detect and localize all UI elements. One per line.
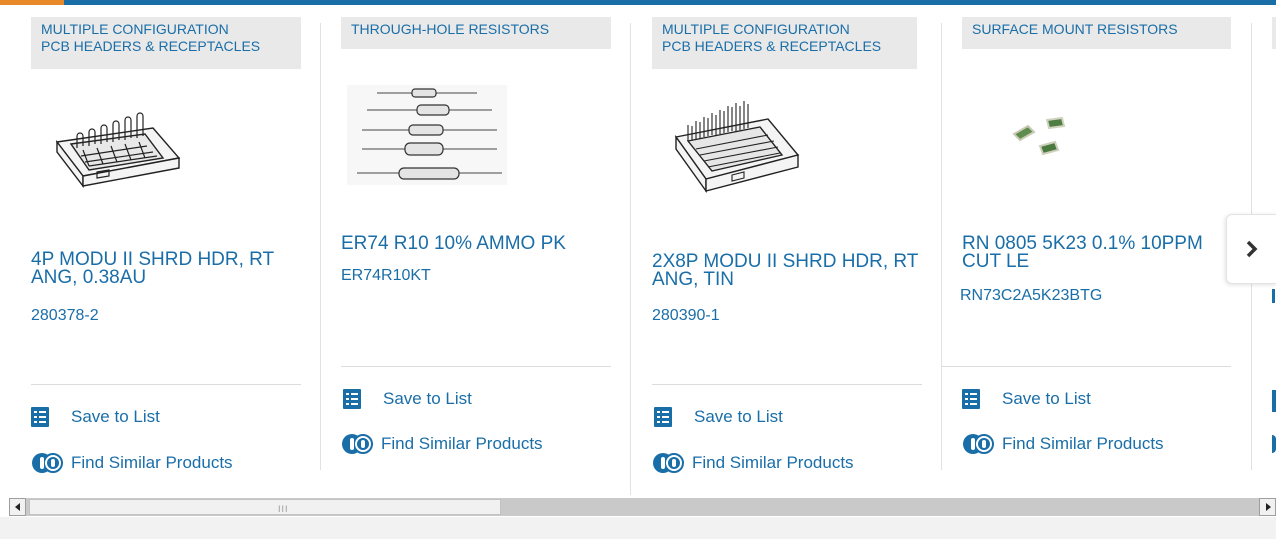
find-similar-icon	[653, 453, 684, 473]
find-similar-label: Find Similar Products	[71, 453, 233, 472]
part-number[interactable]: 280378-2	[31, 307, 99, 325]
category-tag[interactable]: MULTIPLE CONFIGURATION PCB HEADERS & REC…	[31, 17, 301, 69]
divider-line	[941, 366, 1231, 367]
category-line: PCB HEADERS & RECEPTACLES	[41, 38, 261, 54]
product-title[interactable]: ER74 R10 10% AMMO PK	[341, 234, 611, 253]
part-number[interactable]: ER74R10KT	[341, 267, 431, 285]
product-card: SURFACE MOUNT RESISTORS RN 0805 5K23 0.1…	[941, 5, 1232, 470]
part-number[interactable]: RN73C2A5K23BTG	[960, 287, 1102, 305]
save-to-list-partial[interactable]	[1272, 390, 1276, 412]
product-card: THROUGH-HOLE RESISTORS ER74 R10 10% AMMO…	[341, 5, 611, 470]
category-tag[interactable]	[1272, 17, 1276, 49]
product-carousel: MULTIPLE CONFIGURATION PCB HEADERS & REC…	[0, 5, 1276, 495]
divider-line	[31, 384, 301, 385]
find-similar-partial[interactable]	[1272, 435, 1276, 453]
category-line: MULTIPLE CONFIGURATION	[41, 21, 229, 37]
find-similar-button[interactable]: Find Similar Products	[652, 450, 854, 476]
category-tag[interactable]: THROUGH-HOLE RESISTORS	[341, 17, 611, 49]
find-similar-button[interactable]: Find Similar Products	[341, 431, 543, 457]
save-to-list-label: Save to List	[71, 407, 160, 426]
find-similar-icon	[963, 434, 994, 454]
horizontal-scrollbar[interactable]: III	[9, 498, 1276, 516]
save-to-list-label: Save to List	[383, 389, 472, 408]
save-to-list-button[interactable]: Save to List	[31, 407, 160, 427]
save-to-list-button[interactable]: Save to List	[343, 389, 472, 409]
card-divider	[630, 23, 631, 495]
save-to-list-button[interactable]: Save to List	[962, 389, 1091, 409]
product-title[interactable]: 4P MODU II SHRD HDR, RT ANG, 0.38AU	[31, 250, 301, 287]
find-similar-button[interactable]: Find Similar Products	[31, 450, 233, 476]
card-divider	[320, 23, 321, 470]
checklist-icon	[962, 389, 980, 409]
save-to-list-label: Save to List	[694, 407, 783, 426]
product-title[interactable]: 2X8P MODU II SHRD HDR, RT ANG, TIN	[652, 252, 922, 289]
product-image[interactable]	[672, 97, 802, 207]
find-similar-button[interactable]: Find Similar Products	[962, 431, 1164, 457]
find-similar-label: Find Similar Products	[381, 434, 543, 453]
chevron-right-icon	[1246, 240, 1258, 258]
checklist-icon	[31, 407, 49, 427]
scroll-right-arrow-icon	[1265, 503, 1271, 511]
divider-line	[341, 366, 611, 367]
category-line: THROUGH-HOLE RESISTORS	[351, 21, 550, 37]
save-to-list-label: Save to List	[1002, 389, 1091, 408]
product-image[interactable]	[53, 100, 183, 200]
part-number[interactable]: 280390-1	[652, 307, 720, 325]
connector-4p-image	[55, 112, 181, 189]
find-similar-icon	[342, 434, 373, 454]
axial-resistors-image	[347, 85, 507, 185]
product-card: MULTIPLE CONFIGURATION PCB HEADERS & REC…	[31, 5, 301, 473]
scroll-right-button[interactable]	[1259, 498, 1276, 516]
category-tag[interactable]: SURFACE MOUNT RESISTORS	[962, 17, 1231, 49]
scroll-left-button[interactable]	[9, 498, 26, 516]
part-number-partial	[1272, 289, 1275, 303]
product-card: MULTIPLE CONFIGURATION PCB HEADERS & REC…	[652, 5, 922, 473]
find-similar-label: Find Similar Products	[1002, 434, 1164, 453]
product-title[interactable]: RN 0805 5K23 0.1% 10PPM CUT LE	[962, 234, 1232, 271]
divider-line	[652, 384, 922, 385]
scrollbar-grip-icon: III	[278, 504, 289, 514]
checklist-icon	[343, 389, 361, 409]
footer-strip	[0, 517, 1276, 539]
product-image[interactable]	[1010, 110, 1085, 165]
find-similar-icon	[32, 453, 63, 473]
category-line: PCB HEADERS & RECEPTACLES	[662, 38, 882, 54]
card-divider	[941, 23, 942, 470]
scroll-left-arrow-icon	[14, 503, 20, 511]
smd-resistors-image	[1012, 116, 1066, 156]
scrollbar-thumb[interactable]: III	[29, 499, 501, 515]
carousel-next-button[interactable]	[1226, 214, 1276, 284]
connector-2x8p-image	[674, 101, 800, 194]
category-line: SURFACE MOUNT RESISTORS	[972, 21, 1178, 37]
checklist-icon	[654, 407, 672, 427]
find-similar-label: Find Similar Products	[692, 453, 854, 472]
category-tag[interactable]: MULTIPLE CONFIGURATION PCB HEADERS & REC…	[652, 17, 917, 69]
save-to-list-button[interactable]: Save to List	[654, 407, 783, 427]
product-image[interactable]	[347, 85, 507, 185]
category-line: MULTIPLE CONFIGURATION	[662, 21, 850, 37]
